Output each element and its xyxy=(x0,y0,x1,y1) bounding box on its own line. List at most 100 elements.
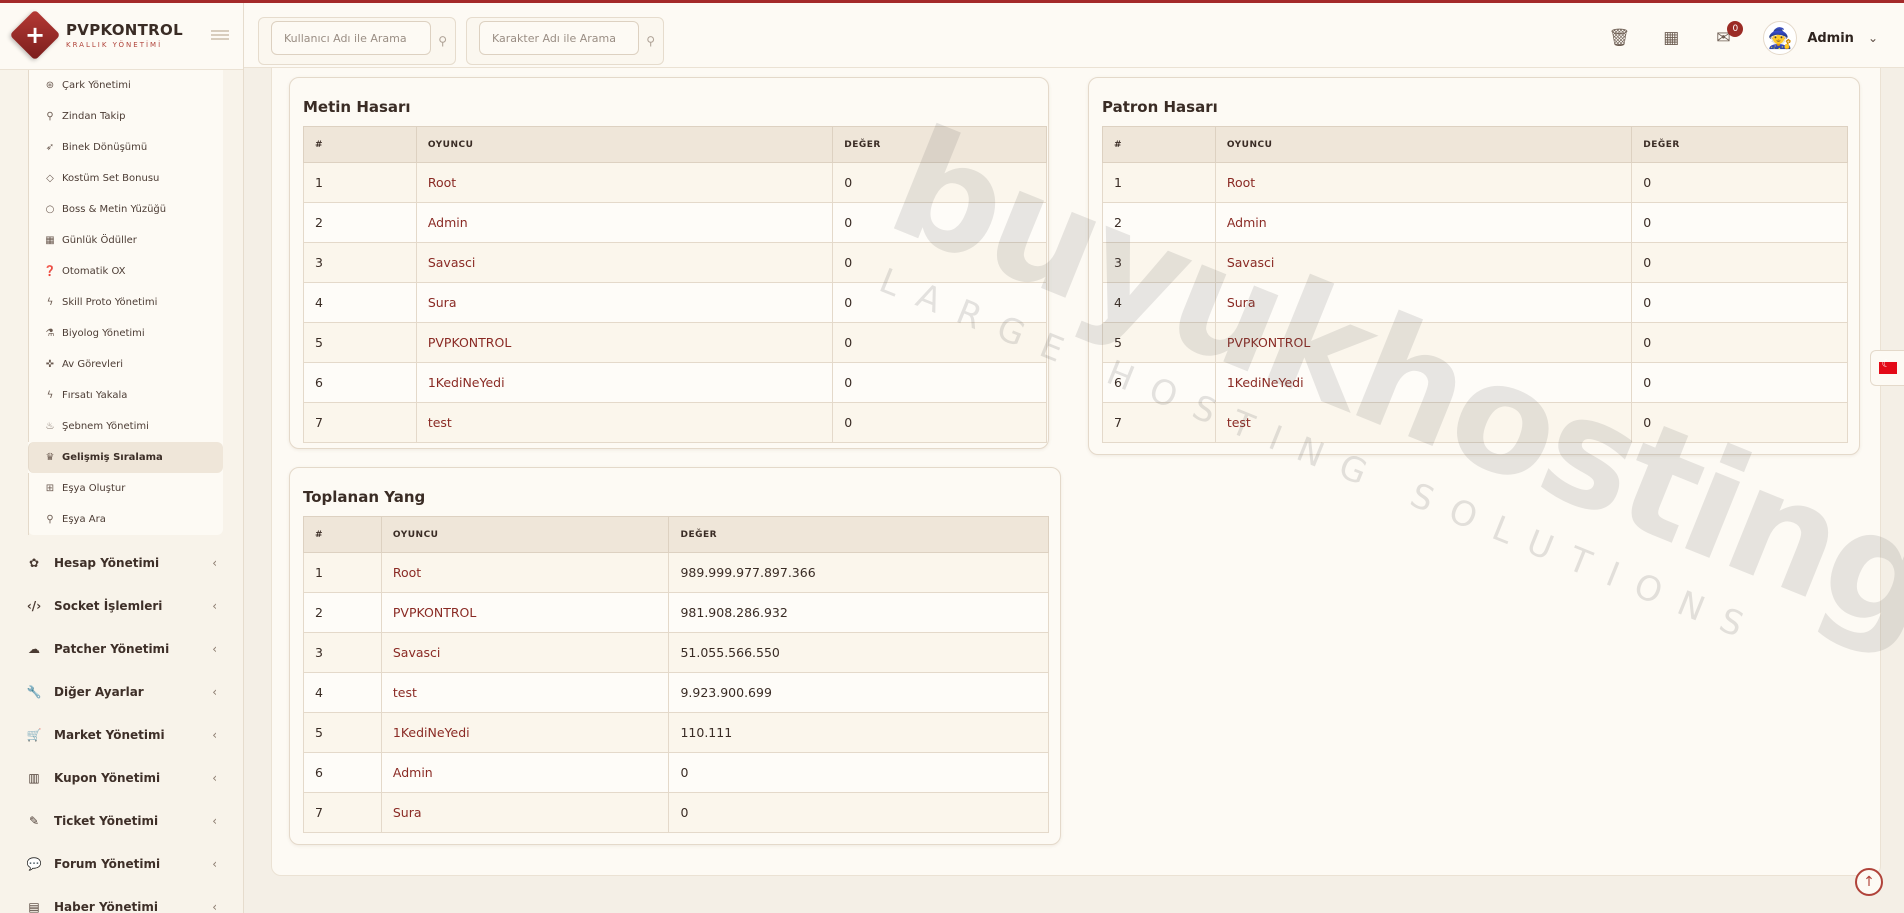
chevron-down-icon[interactable]: ⌄ xyxy=(1868,31,1878,45)
sidebar-subitem[interactable]: ♨ Şebnem Yönetimi xyxy=(28,411,223,442)
metin-damage-card: Metin Hasarı # OYUNCU DEĞER 1 Root 0 2 Admin 0 3… xyxy=(289,77,1049,449)
wheel-icon: ⊛ xyxy=(45,80,55,91)
sidebar-subitem[interactable]: ➶ Binek Dönüşümü xyxy=(28,132,223,163)
sidebar-menu-item[interactable]: 💬 Forum Yönetimi ‹ xyxy=(0,842,243,885)
user-name[interactable]: Admin xyxy=(1807,31,1854,46)
sidebar-subitem-label: Fırsatı Yakala xyxy=(62,390,128,401)
rank-cell: 6 xyxy=(303,752,382,793)
patron-damage-card: Patron Hasarı # OYUNCU DEĞER 1 Root 0 2 Admin 0… xyxy=(1088,77,1860,455)
question-icon: ❓ xyxy=(43,266,57,277)
rank-cell: 7 xyxy=(303,402,417,443)
character-search-box: ⚲ xyxy=(466,17,664,65)
trash-icon[interactable]: 🗑 xyxy=(1593,28,1645,48)
sidebar-menu-item[interactable]: ▥ Kupon Yönetimi ‹ xyxy=(0,756,243,799)
player-cell: PVPKONTROL xyxy=(415,322,834,363)
rank-cell: 3 xyxy=(303,242,417,283)
sidebar-subitem[interactable]: ϟ Fırsatı Yakala xyxy=(28,380,223,411)
column-header[interactable]: OYUNCU xyxy=(1214,126,1633,163)
scroll-top-button[interactable]: ↑ xyxy=(1855,868,1883,896)
sidebar-menu-item[interactable]: ✎ Ticket Yönetimi ‹ xyxy=(0,799,243,842)
collected-yang-table: # OYUNCU DEĞER 1 Root 989.999.977.897.366 2 PV… xyxy=(303,516,1049,833)
sidebar-menu-item[interactable]: 🛒 Market Yönetimi ‹ xyxy=(0,713,243,756)
sidebar-subitem[interactable]: ⊞ Eşya Oluştur xyxy=(28,473,223,504)
user-search-input[interactable] xyxy=(271,21,431,55)
bolt-icon: ϟ xyxy=(46,390,54,401)
notifications-button[interactable]: ✉ 0 xyxy=(1697,21,1749,48)
table-row: 3 Savasci 0 xyxy=(303,242,1047,283)
column-header[interactable]: # xyxy=(303,516,382,553)
paw-icon: ✿ xyxy=(28,555,40,570)
sidebar-subitem-label: Biyolog Yönetimi xyxy=(62,328,145,339)
turkey-flag-icon xyxy=(1878,359,1897,374)
table-row: 3 Savasci 0 xyxy=(1102,242,1848,283)
sidebar-subitem[interactable]: ♛ Gelişmiş Sıralama xyxy=(28,442,223,473)
menu-toggle-icon[interactable] xyxy=(211,29,229,40)
language-selector[interactable] xyxy=(1870,350,1904,386)
sidebar-subitem[interactable]: ▦ Günlük Ödüller xyxy=(28,225,223,256)
value-cell: 0 xyxy=(832,162,1047,203)
sidebar-subitem[interactable]: ○ Boss & Metin Yüzüğü xyxy=(28,194,223,225)
cloud-upload-icon: ☁ xyxy=(28,641,40,656)
column-header[interactable]: # xyxy=(1102,126,1216,163)
value-cell: 0 xyxy=(832,202,1047,243)
card-title: Toplanan Yang xyxy=(303,488,426,506)
sidebar-subitem[interactable]: ⊛ Çark Yönetimi xyxy=(28,70,223,101)
table-row: 1 Root 0 xyxy=(303,162,1047,203)
value-cell: 0 xyxy=(832,282,1047,323)
value-cell: 989.999.977.897.366 xyxy=(668,552,1049,593)
column-header[interactable]: # xyxy=(303,126,417,163)
sidebar-subitem[interactable]: ◇ Kostüm Set Bonusu xyxy=(28,163,223,194)
sidebar-menu-item[interactable]: ✿ Hesap Yönetimi ‹ xyxy=(0,541,243,584)
table-row: 2 Admin 0 xyxy=(303,202,1047,243)
flask-icon: ⚗ xyxy=(45,328,55,339)
top-accent-line xyxy=(0,0,1904,3)
card-title: Patron Hasarı xyxy=(1102,98,1218,116)
sidebar-subitem[interactable]: ϟ Skill Proto Yönetimi xyxy=(28,287,223,318)
player-cell: Savasci xyxy=(380,632,670,673)
table-row: 6 1KediNeYedi 0 xyxy=(303,362,1047,403)
table-row: 1 Root 989.999.977.897.366 xyxy=(303,552,1049,593)
column-header[interactable]: OYUNCU xyxy=(415,126,834,163)
map-pin-icon: ⚲ xyxy=(46,111,54,122)
sidebar-menu-item[interactable]: 🔧 Diğer Ayarlar ‹ xyxy=(0,670,243,713)
column-header[interactable]: OYUNCU xyxy=(380,516,670,553)
avatar[interactable]: 🧙 xyxy=(1763,21,1798,55)
chevron-left-icon: ‹ xyxy=(212,598,217,613)
sidebar-menu-label: Haber Yönetimi xyxy=(54,899,158,913)
table-row: 3 Savasci 51.055.566.550 xyxy=(303,632,1049,673)
rank-cell: 5 xyxy=(1102,322,1216,363)
sidebar-menu-item[interactable]: ☁ Patcher Yönetimi ‹ xyxy=(0,627,243,670)
newspaper-icon: ▤ xyxy=(28,899,40,913)
sidebar-menu-item[interactable]: ‹/› Socket İşlemleri ‹ xyxy=(0,584,243,627)
table-row: 7 Sura 0 xyxy=(303,792,1049,833)
rank-cell: 7 xyxy=(303,792,382,833)
column-header[interactable]: DEĞER xyxy=(668,516,1049,553)
search-icon[interactable]: ⚲ xyxy=(438,34,447,48)
character-search-input[interactable] xyxy=(479,21,639,55)
search-icon[interactable]: ⚲ xyxy=(646,34,655,48)
sidebar-subitem[interactable]: ⚲ Zindan Takip xyxy=(28,101,223,132)
column-header[interactable]: DEĞER xyxy=(1631,126,1848,163)
sidebar-subitem[interactable]: ⚲ Eşya Ara xyxy=(28,504,223,535)
rank-cell: 6 xyxy=(303,362,417,403)
sidebar-subitem[interactable]: ⚗ Biyolog Yönetimi xyxy=(28,318,223,349)
sidebar-menu-item[interactable]: ▤ Haber Yönetimi ‹ xyxy=(0,885,243,913)
card-title: Metin Hasarı xyxy=(303,98,411,116)
chevron-left-icon: ‹ xyxy=(212,856,217,871)
player-cell: Sura xyxy=(1214,282,1633,323)
sidebar-subitem[interactable]: ✜ Av Görevleri xyxy=(28,349,223,380)
value-cell: 51.055.566.550 xyxy=(668,632,1049,673)
brand-title: PVPKONTROL xyxy=(66,20,183,39)
player-cell: Savasci xyxy=(415,242,834,283)
column-header[interactable]: DEĞER xyxy=(832,126,1047,163)
calendar-icon[interactable]: ▦ xyxy=(1645,28,1697,48)
comments-icon: 💬 xyxy=(26,856,42,871)
sidebar-subitem-label: Eşya Oluştur xyxy=(62,483,126,494)
brand[interactable]: + PVPKONTROL KRALLIK YÖNETİMİ xyxy=(0,0,243,70)
sidebar-subitem[interactable]: ❓ Otomatik OX xyxy=(28,256,223,287)
sidebar-menu-label: Market Yönetimi xyxy=(54,727,165,742)
chevron-left-icon: ‹ xyxy=(212,641,217,656)
rank-cell: 2 xyxy=(1102,202,1216,243)
player-cell: Sura xyxy=(380,792,670,833)
player-cell: Admin xyxy=(380,752,670,793)
